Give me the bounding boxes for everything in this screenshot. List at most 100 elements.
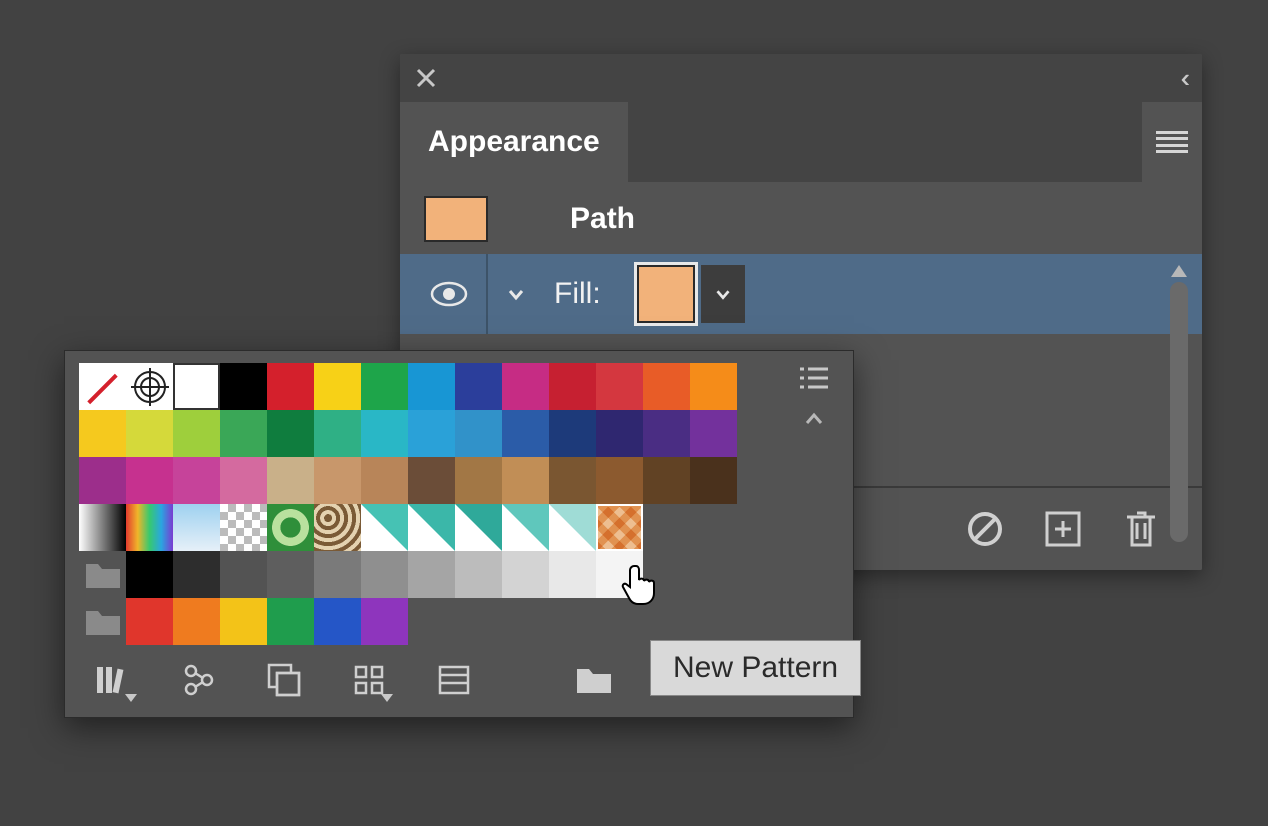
swatch-gray-40[interactable]	[408, 551, 455, 598]
swatch-orange-2[interactable]	[690, 363, 737, 410]
swatch-green-dark[interactable]	[267, 410, 314, 457]
swatch-b-yellow[interactable]	[220, 598, 267, 645]
swatch-teal-2[interactable]	[361, 410, 408, 457]
swatch-indigo[interactable]	[596, 410, 643, 457]
swatch-blue-2[interactable]	[502, 410, 549, 457]
swatch-yellowgreen[interactable]	[126, 410, 173, 457]
swatch-b-purple[interactable]	[361, 598, 408, 645]
swatch-folder-icon[interactable]	[79, 551, 126, 598]
swatch-lime[interactable]	[173, 410, 220, 457]
swatch-pink[interactable]	[126, 457, 173, 504]
add-icon[interactable]	[1042, 508, 1084, 550]
panel-menu-button[interactable]	[1142, 102, 1202, 182]
swatch-gray-70[interactable]	[267, 551, 314, 598]
swatch-libraries-icon[interactable]	[95, 660, 129, 700]
swatch-transparent[interactable]	[220, 504, 267, 551]
fill-row[interactable]: Fill:	[400, 254, 1202, 334]
swatch-brown-4[interactable]	[549, 457, 596, 504]
swatch-yellow-2[interactable]	[79, 410, 126, 457]
swatch-pattern-floral[interactable]	[267, 504, 314, 551]
swatch-brown-7[interactable]	[690, 457, 737, 504]
disclosure-icon[interactable]	[498, 276, 534, 312]
swatch-gray-50[interactable]	[361, 551, 408, 598]
tab-label: Appearance	[428, 125, 600, 159]
swatch-b-red[interactable]	[126, 598, 173, 645]
swatch-red-3[interactable]	[596, 363, 643, 410]
swatch-violet[interactable]	[643, 410, 690, 457]
swatch-options-icon[interactable]	[437, 660, 471, 700]
swatch-b-green[interactable]	[267, 598, 314, 645]
object-thumbnail[interactable]	[424, 196, 488, 242]
swatch-tri-1[interactable]	[361, 504, 408, 551]
swatch-new-pattern[interactable]	[596, 504, 643, 551]
close-icon[interactable]	[408, 60, 444, 96]
swatch-orange-1[interactable]	[643, 363, 690, 410]
swatch-tan-2[interactable]	[314, 457, 361, 504]
swatch-brown-2[interactable]	[455, 457, 502, 504]
scroll-up-icon[interactable]	[1168, 260, 1190, 282]
swatch-sky-2[interactable]	[455, 410, 502, 457]
fill-swatch-control[interactable]	[637, 265, 745, 323]
swatch-gray-10[interactable]	[549, 551, 596, 598]
swatch-cmyk-yellow[interactable]	[314, 363, 361, 410]
swatch-cmyk-blue[interactable]	[455, 363, 502, 410]
swatch-tri-5[interactable]	[549, 504, 596, 551]
swatch-gradient-rainbow[interactable]	[126, 504, 173, 551]
swatch-cmyk-green[interactable]	[361, 363, 408, 410]
swatch-tri-3[interactable]	[455, 504, 502, 551]
swatch-red-2[interactable]	[549, 363, 596, 410]
swatch-cmyk-red[interactable]	[267, 363, 314, 410]
swatch-registration[interactable]	[126, 363, 173, 410]
swatch-tan[interactable]	[267, 457, 314, 504]
swatch-green-2[interactable]	[220, 410, 267, 457]
swatch-folder-icon[interactable]	[79, 598, 126, 645]
swatch-view-icon[interactable]	[353, 660, 385, 700]
swatch-b-orange[interactable]	[173, 598, 220, 645]
swatch-gradient-sky[interactable]	[173, 504, 220, 551]
swatch-cmyk-cyan[interactable]	[408, 363, 455, 410]
scroll-up-icon[interactable]	[799, 408, 829, 430]
swatch-gray-60[interactable]	[314, 551, 361, 598]
swatch-brown-6[interactable]	[643, 457, 690, 504]
swatch-brown-5[interactable]	[596, 457, 643, 504]
swatch-black-2[interactable]	[126, 551, 173, 598]
swatch-pink-2[interactable]	[220, 457, 267, 504]
collapse-panel-icon[interactable]: ‹‹	[1181, 63, 1194, 94]
visibility-toggle-icon[interactable]	[422, 267, 476, 321]
fill-swatch[interactable]	[637, 265, 695, 323]
panel-scrollbar[interactable]	[1168, 260, 1190, 570]
swatch-pattern-swirl[interactable]	[314, 504, 361, 551]
swatch-white[interactable]	[173, 363, 220, 410]
swatch-group-icon[interactable]	[267, 660, 301, 700]
swatch-gray-5[interactable]	[596, 551, 643, 598]
scroll-thumb[interactable]	[1170, 282, 1188, 542]
swatch-gradient-bw[interactable]	[79, 504, 126, 551]
swatch-brown-1[interactable]	[408, 457, 455, 504]
tab-appearance[interactable]: Appearance	[400, 102, 628, 182]
swatch-b-blue[interactable]	[314, 598, 361, 645]
swatch-magenta-2[interactable]	[79, 457, 126, 504]
swatch-link-icon[interactable]	[181, 660, 215, 700]
swatch-tan-3[interactable]	[361, 457, 408, 504]
swatch-tri-2[interactable]	[408, 504, 455, 551]
swatch-magenta-light[interactable]	[173, 457, 220, 504]
swatch-gray-90[interactable]	[173, 551, 220, 598]
swatch-teal[interactable]	[314, 410, 361, 457]
swatch-gray-30[interactable]	[455, 551, 502, 598]
trash-icon[interactable]	[1120, 508, 1162, 550]
swatch-tri-4[interactable]	[502, 504, 549, 551]
swatch-purple[interactable]	[690, 410, 737, 457]
swatch-sky[interactable]	[408, 410, 455, 457]
swatch-gray-20[interactable]	[502, 551, 549, 598]
swatch-none[interactable]	[79, 363, 126, 410]
new-folder-icon[interactable]	[575, 660, 613, 700]
fill-dropdown-button[interactable]	[701, 265, 745, 323]
swatch-side-controls	[789, 363, 839, 645]
no-icon[interactable]	[964, 508, 1006, 550]
swatch-row	[79, 551, 789, 598]
swatch-brown-3[interactable]	[502, 457, 549, 504]
swatch-black[interactable]	[220, 363, 267, 410]
list-view-icon[interactable]	[798, 365, 830, 396]
swatch-cmyk-magenta[interactable]	[502, 363, 549, 410]
swatch-blue-dark[interactable]	[549, 410, 596, 457]
